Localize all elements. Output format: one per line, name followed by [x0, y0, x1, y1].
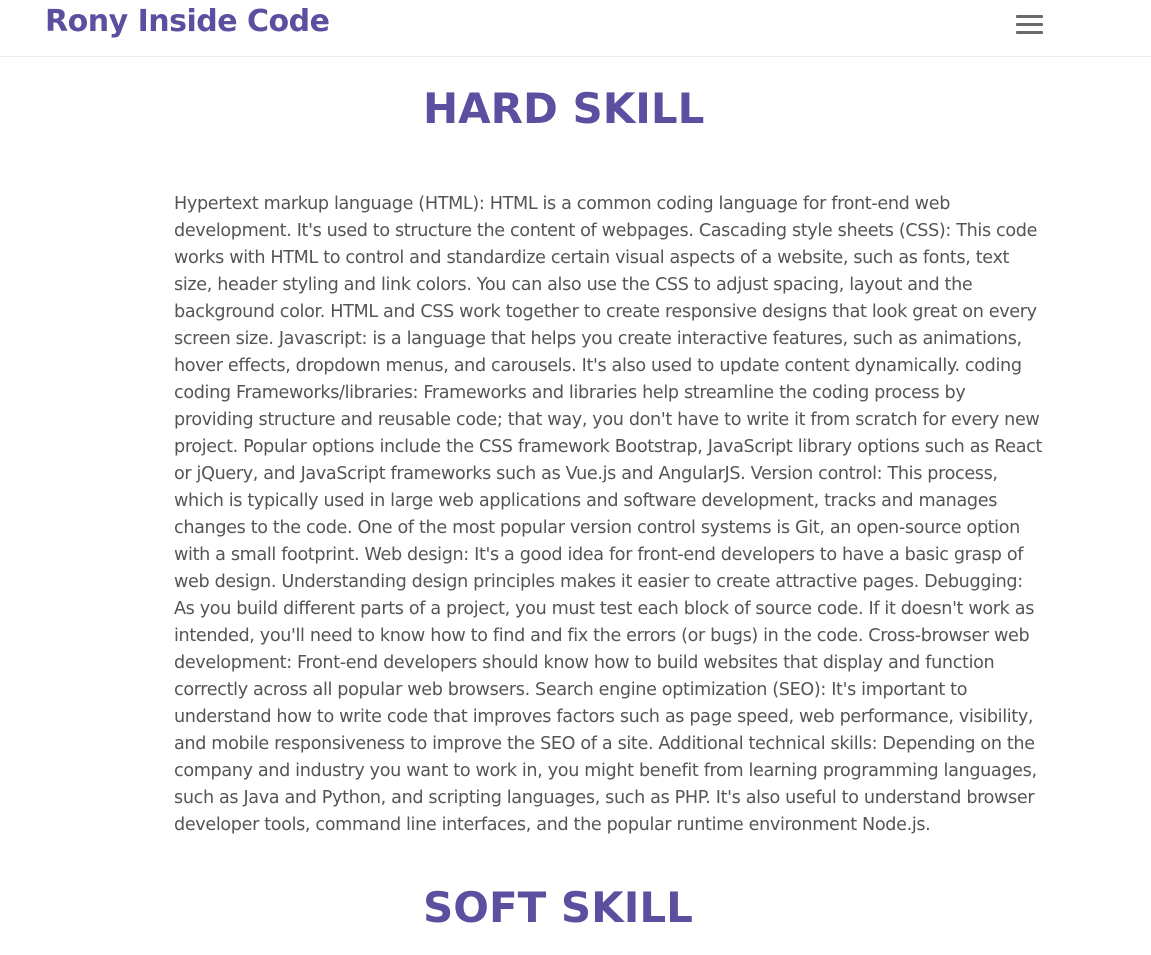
- brand-logo-link[interactable]: Rony Inside Code: [45, 4, 330, 39]
- menu-bar-bottom: [1016, 31, 1043, 34]
- hard-skill-description: Hypertext markup language (HTML): HTML i…: [174, 194, 1043, 835]
- navbar: Rony Inside Code: [0, 0, 1151, 57]
- menu-bar-top: [1016, 15, 1043, 18]
- soft-skill-title: SOFT SKILL: [423, 883, 693, 932]
- hard-skill-title: HARD SKILL: [423, 84, 705, 133]
- menu-bar-middle: [1016, 23, 1043, 26]
- hamburger-menu-icon[interactable]: [1012, 12, 1046, 38]
